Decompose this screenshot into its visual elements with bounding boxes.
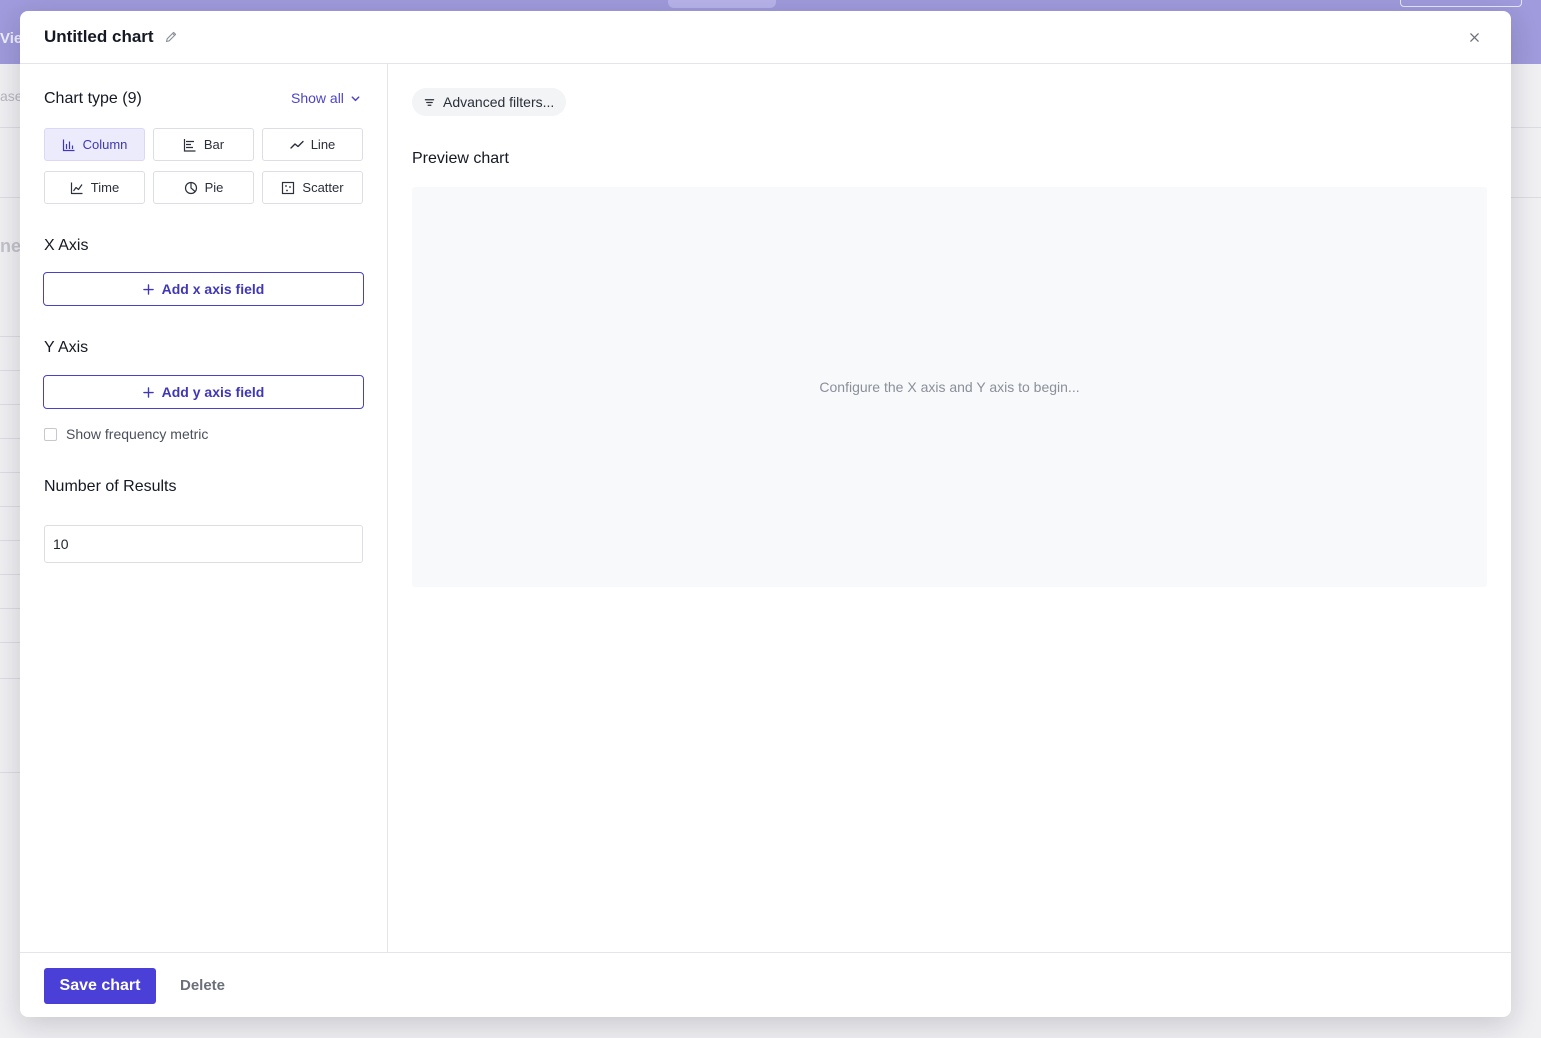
scatter-chart-icon <box>282 181 295 194</box>
chart-type-label: Time <box>90 180 120 195</box>
column-chart-icon <box>62 139 75 151</box>
pencil-icon[interactable] <box>164 30 178 44</box>
chart-type-bar-button[interactable]: Bar <box>153 128 254 161</box>
background-view-label: Vie <box>0 30 23 47</box>
plus-icon <box>142 386 154 398</box>
chart-type-label: Scatter <box>302 180 344 195</box>
preview-chart-title: Preview chart <box>412 150 509 167</box>
chart-config-sidebar: Chart type (9) Show all Column Bar Line … <box>20 64 388 952</box>
preview-chart-area: Configure the X axis and Y axis to begin… <box>412 187 1487 587</box>
x-axis-label: X Axis <box>44 237 89 254</box>
chart-title[interactable]: Untitled chart <box>44 27 154 47</box>
bar-chart-icon <box>183 138 196 152</box>
chart-type-column-button[interactable]: Column <box>44 128 145 161</box>
frequency-metric-checkbox[interactable] <box>44 427 57 441</box>
background-tab-indicator <box>668 0 776 8</box>
frequency-metric-row: Show frequency metric <box>44 426 208 442</box>
chart-type-label: Pie <box>204 180 224 195</box>
delete-button[interactable]: Delete <box>180 977 225 994</box>
chart-type-scatter-button[interactable]: Scatter <box>262 171 363 204</box>
y-axis-label: Y Axis <box>44 339 89 356</box>
chart-editor-modal: Untitled chart Chart type (9) Show all C… <box>20 11 1511 1017</box>
plus-icon <box>142 283 154 295</box>
modal-footer: Save chart Delete <box>20 952 1511 1017</box>
add-y-axis-label: Add y axis field <box>161 384 265 400</box>
background-faded-heading: ne <box>0 236 22 256</box>
advanced-filters-label: Advanced filters... <box>443 94 555 110</box>
chart-type-label: Chart type (9) <box>44 90 142 107</box>
advanced-filters-button[interactable]: Advanced filters... <box>412 88 567 116</box>
chart-type-time-button[interactable]: Time <box>44 171 145 204</box>
chart-type-label: Bar <box>203 137 225 152</box>
number-of-results-input[interactable] <box>44 525 363 563</box>
time-chart-icon <box>70 182 83 194</box>
line-chart-icon <box>290 140 304 149</box>
chart-type-grid: Column Bar Line Time Pie Scatter <box>44 128 363 204</box>
close-icon[interactable] <box>1465 28 1483 46</box>
chart-type-pie-button[interactable]: Pie <box>153 171 254 204</box>
chart-preview-panel: Advanced filters... Preview chart Config… <box>389 64 1511 952</box>
pie-chart-icon <box>184 181 197 194</box>
chart-type-label: Line <box>310 137 336 152</box>
chevron-down-icon <box>351 95 360 101</box>
frequency-metric-label[interactable]: Show frequency metric <box>66 426 208 442</box>
save-chart-button[interactable]: Save chart <box>44 968 156 1004</box>
chart-type-label: Column <box>82 137 128 152</box>
background-button <box>1400 0 1522 7</box>
filter-icon <box>424 98 435 106</box>
add-x-axis-field-button[interactable]: Add x axis field <box>43 272 364 306</box>
add-x-axis-label: Add x axis field <box>161 281 265 297</box>
show-all-button[interactable]: Show all <box>291 90 361 106</box>
modal-header: Untitled chart <box>20 11 1511 64</box>
chart-type-line-button[interactable]: Line <box>262 128 363 161</box>
number-of-results-label: Number of Results <box>44 478 177 495</box>
preview-empty-message: Configure the X axis and Y axis to begin… <box>819 379 1080 395</box>
show-all-label: Show all <box>291 90 344 106</box>
add-y-axis-field-button[interactable]: Add y axis field <box>43 375 364 409</box>
